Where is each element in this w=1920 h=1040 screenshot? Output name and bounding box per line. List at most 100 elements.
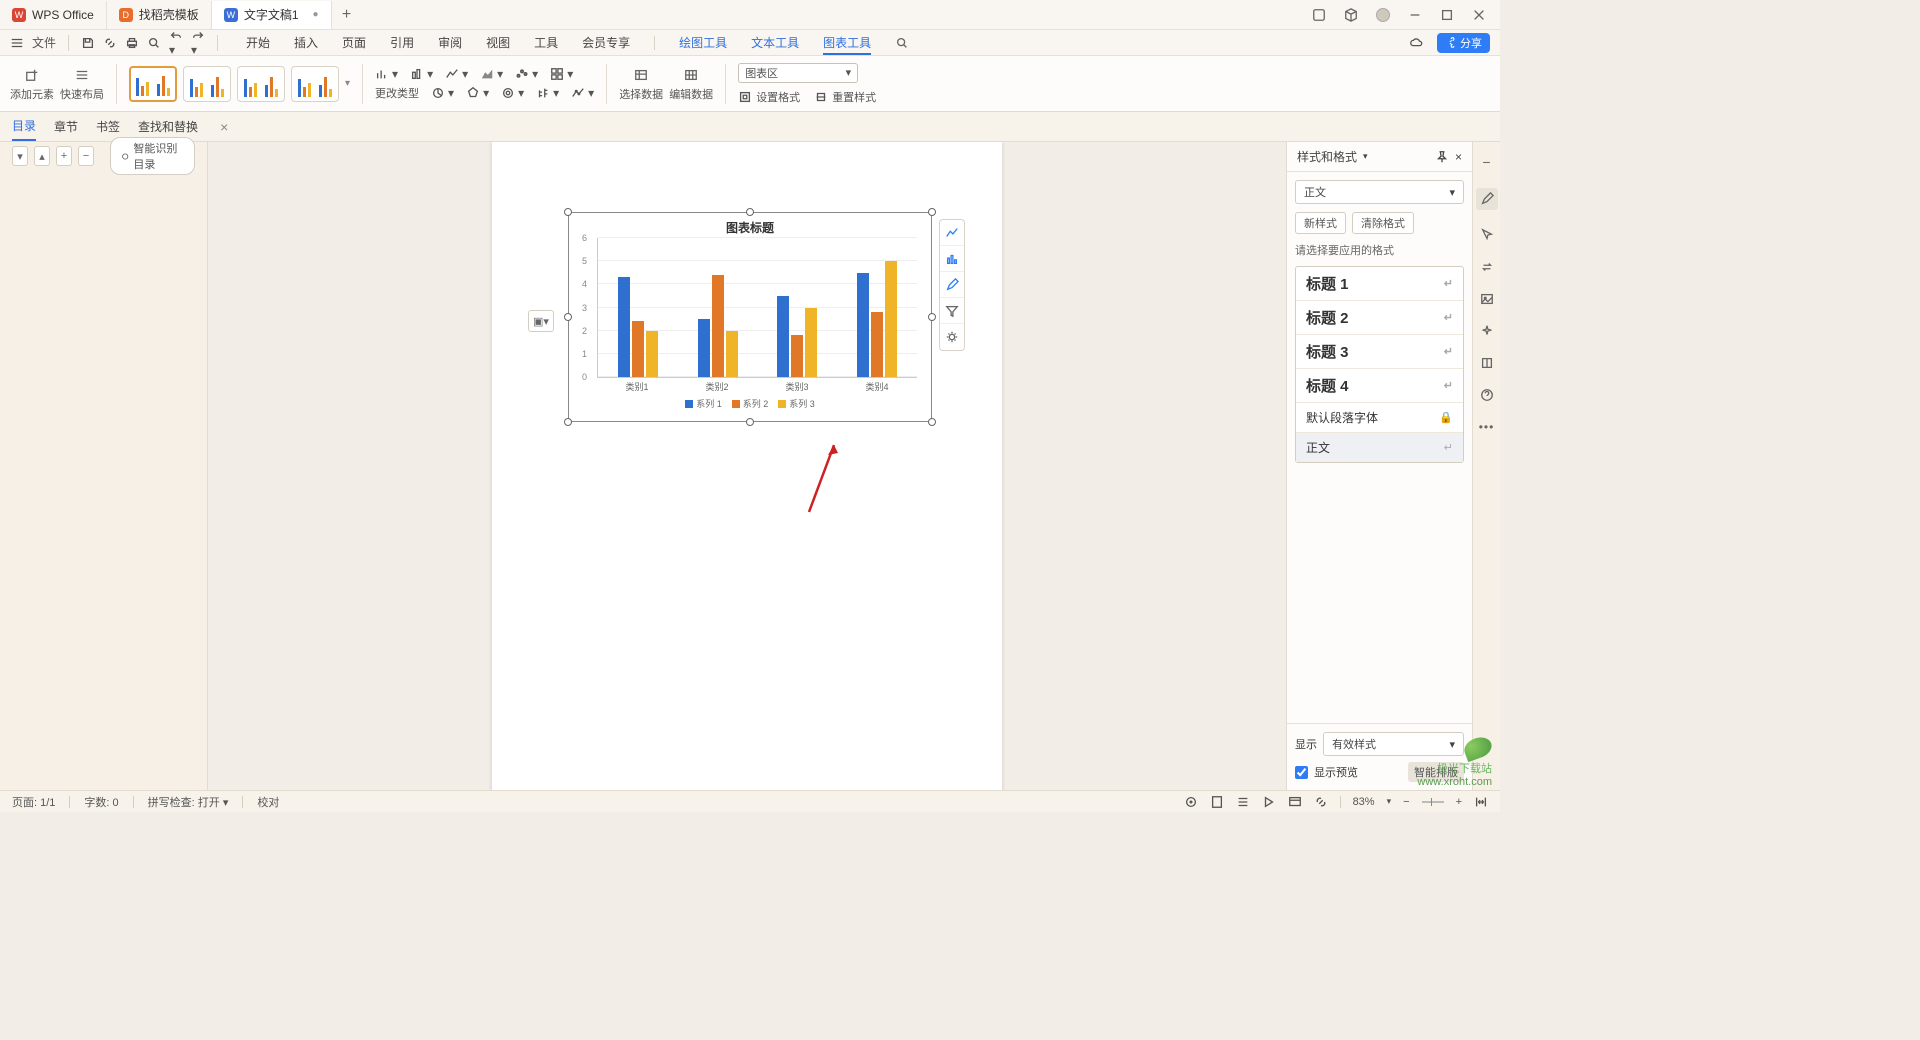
close-button[interactable] [1472, 8, 1486, 22]
search-icon[interactable] [895, 36, 909, 50]
set-format-button[interactable]: 设置格式 [738, 89, 800, 105]
tab-view[interactable]: 视图 [486, 30, 510, 55]
resize-handle[interactable] [746, 208, 754, 216]
subtab-chapter[interactable]: 章节 [54, 113, 78, 140]
add-element-button[interactable]: 添加元素 [10, 66, 54, 102]
sparkle-icon[interactable] [1480, 324, 1494, 338]
minimize-button[interactable] [1408, 8, 1422, 22]
exchange-icon[interactable] [1480, 260, 1494, 274]
style-item[interactable]: 正文↵ [1296, 433, 1463, 462]
reset-style-button[interactable]: 重置样式 [814, 89, 876, 105]
subtab-findreplace[interactable]: 查找和替换 [138, 113, 198, 140]
chart-type-radar[interactable]: ▾ [466, 86, 489, 100]
close-icon[interactable]: ● [313, 9, 319, 20]
chart-type-stock[interactable]: ▾ [536, 86, 559, 100]
chart-edit-icon[interactable] [940, 272, 964, 298]
change-type-button[interactable]: 更改类型 [375, 85, 419, 101]
redo-button[interactable]: ▾ [191, 29, 205, 57]
preview-checkbox[interactable] [1295, 766, 1308, 779]
share-button[interactable]: 分享 [1437, 33, 1490, 53]
tab-tools[interactable]: 工具 [534, 30, 558, 55]
chart-type-doughnut[interactable]: ▾ [501, 86, 524, 100]
menu-icon[interactable] [10, 36, 24, 50]
cloud-icon[interactable] [1409, 36, 1423, 50]
pin-icon[interactable] [1435, 150, 1449, 164]
chart-plot[interactable]: 0123456 [597, 238, 917, 378]
chart-element-select[interactable]: 图表区▾ [738, 63, 858, 83]
chart-type-area[interactable]: ▾ [480, 67, 503, 81]
focus-mode-icon[interactable] [1184, 795, 1198, 809]
outline-expand[interactable]: ▾ [12, 146, 28, 166]
chart-filter-icon[interactable] [940, 298, 964, 324]
more-icon[interactable]: ••• [1479, 420, 1495, 434]
link-icon[interactable] [103, 36, 117, 50]
outline-add[interactable]: + [56, 146, 72, 166]
undo-button[interactable]: ▾ [169, 29, 183, 57]
page-indicator[interactable]: 页面: 1/1 [12, 794, 55, 810]
view-page-icon[interactable] [1210, 795, 1224, 809]
chart-style-4[interactable] [291, 66, 339, 102]
document-canvas[interactable]: ▣▾ 图表标题 0123456 类别1类别2类别3类别4 系列 1系列 2系列 … [208, 142, 1286, 790]
resize-handle[interactable] [564, 418, 572, 426]
chart-styles-icon[interactable] [940, 246, 964, 272]
resize-handle[interactable] [928, 208, 936, 216]
style-more[interactable]: ▾ [345, 78, 350, 89]
style-item[interactable]: 标题 4↵ [1296, 369, 1463, 403]
chart-elements-icon[interactable] [940, 220, 964, 246]
tab-reference[interactable]: 引用 [390, 30, 414, 55]
file-menu[interactable]: 文件 [32, 34, 56, 51]
tab-text-tools[interactable]: 文本工具 [751, 30, 799, 55]
resize-handle[interactable] [928, 418, 936, 426]
link-tool-icon[interactable] [1314, 795, 1328, 809]
print-icon[interactable] [125, 36, 139, 50]
chart-style-3[interactable] [237, 66, 285, 102]
chart-legend[interactable]: 系列 1系列 2系列 3 [569, 397, 931, 410]
clear-format-button[interactable]: 清除格式 [1352, 212, 1414, 234]
tab-draw-tools[interactable]: 绘图工具 [679, 30, 727, 55]
edit-data-button[interactable]: 编辑数据 [669, 66, 713, 102]
zoom-out-button[interactable]: − [1403, 796, 1409, 808]
chart-title[interactable]: 图表标题 [569, 213, 931, 238]
quick-layout-button[interactable]: 快速布局 [60, 66, 104, 102]
tab-document[interactable]: W 文字文稿1 ● [212, 1, 332, 29]
chart-type-scatter[interactable]: ▾ [515, 67, 538, 81]
avatar[interactable] [1376, 8, 1390, 22]
chart-object[interactable]: 图表标题 0123456 类别1类别2类别3类别4 系列 1系列 2系列 3 [568, 212, 932, 422]
tab-templates[interactable]: D 找稻壳模板 [107, 1, 212, 29]
select-data-button[interactable]: 选择数据 [619, 66, 663, 102]
view-web-icon[interactable] [1288, 795, 1302, 809]
chart-type-more[interactable]: ▾ [571, 86, 594, 100]
resize-handle[interactable] [564, 313, 572, 321]
zoom-slider[interactable] [1422, 801, 1444, 803]
tab-wps-home[interactable]: W WPS Office [0, 1, 107, 29]
chart-type-column[interactable]: ▾ [410, 67, 433, 81]
style-item[interactable]: 默认段落字体🔒 [1296, 403, 1463, 433]
word-count[interactable]: 字数: 0 [84, 794, 118, 810]
chart-style-2[interactable] [183, 66, 231, 102]
cursor-icon[interactable] [1480, 228, 1494, 242]
preview-icon[interactable] [147, 36, 161, 50]
chart-type-line[interactable]: ▾ [445, 67, 468, 81]
proofing-status[interactable]: 校对 [257, 794, 279, 810]
style-item[interactable]: 标题 1↵ [1296, 267, 1463, 301]
tab-review[interactable]: 审阅 [438, 30, 462, 55]
style-item[interactable]: 标题 3↵ [1296, 335, 1463, 369]
chart-type-combo[interactable]: ▾ [550, 67, 573, 81]
resize-handle[interactable] [928, 313, 936, 321]
cube-icon[interactable] [1344, 8, 1358, 22]
book-icon[interactable] [1480, 356, 1494, 370]
view-read-icon[interactable] [1262, 795, 1276, 809]
maximize-button[interactable] [1440, 8, 1454, 22]
image-icon[interactable] [1480, 292, 1494, 306]
tab-member[interactable]: 会员专享 [582, 30, 630, 55]
style-item[interactable]: 标题 2↵ [1296, 301, 1463, 335]
smart-toc-button[interactable]: 智能识别目录 [110, 137, 195, 175]
minimize-panel-icon[interactable]: − [1482, 154, 1490, 170]
tab-start[interactable]: 开始 [246, 30, 270, 55]
outline-remove[interactable]: − [78, 146, 94, 166]
current-style-select[interactable]: 正文▾ [1295, 180, 1464, 204]
save-icon[interactable] [81, 36, 95, 50]
spellcheck-status[interactable]: 拼写检查: 打开 ▾ [148, 794, 229, 810]
tab-chart-tools[interactable]: 图表工具 [823, 30, 871, 55]
wrap-options-button[interactable]: ▣▾ [528, 310, 554, 332]
